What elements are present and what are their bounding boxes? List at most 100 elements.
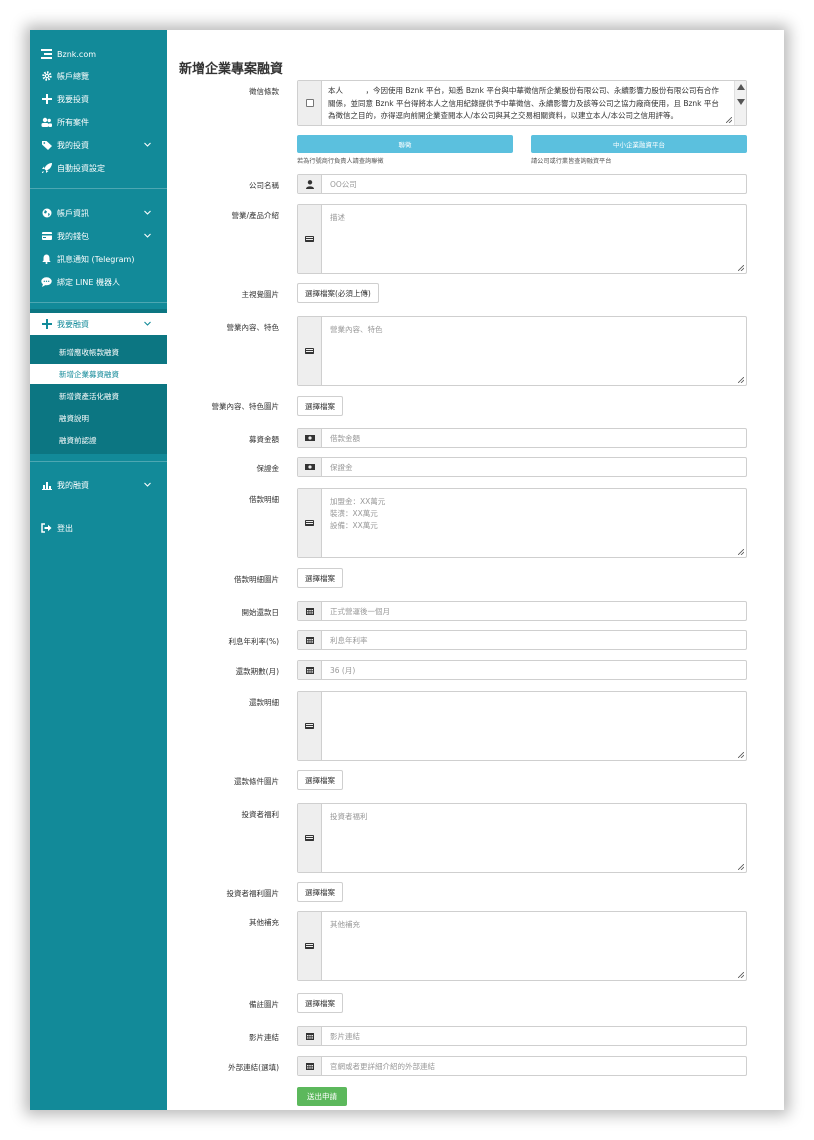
intro-textarea[interactable]: 描述 — [297, 204, 747, 274]
scroll-up-icon[interactable] — [737, 84, 745, 90]
contact-check-button[interactable]: 聯徵 — [297, 135, 513, 153]
amount-field[interactable]: 借款金額 — [297, 428, 747, 448]
repay-detail-label: 還款明細 — [249, 698, 279, 707]
loan-detail-input[interactable]: 加盟金：XX萬元 裝潢：XX萬元 設備：XX萬元 — [322, 489, 393, 557]
calendar-icon — [298, 1057, 322, 1075]
sidebar-item-logout[interactable]: 登出 — [30, 517, 167, 539]
sidebar-brand[interactable]: Bznk.com — [30, 43, 167, 65]
sidebar-item-auto-invest[interactable]: 自動投資設定 — [30, 157, 167, 179]
bell-icon — [41, 254, 52, 265]
terms-field[interactable]: 36 (月) — [297, 660, 747, 680]
chevron-down-icon — [144, 233, 151, 238]
sidebar-item-financing[interactable]: 我要融資 — [30, 313, 167, 335]
note-image-file-button[interactable]: 選擇檔案 — [297, 993, 343, 1013]
features-textarea[interactable]: 營業內容、特色 — [297, 316, 747, 386]
repay-image-file-button[interactable]: 選擇檔案 — [297, 770, 343, 790]
resize-handle-icon[interactable] — [738, 864, 744, 870]
company-input[interactable]: OO公司 — [322, 175, 365, 193]
other-label: 其他補充 — [249, 918, 279, 927]
scroll-down-icon[interactable] — [737, 99, 745, 105]
external-field[interactable]: 官網或者更詳細介紹的外部連結 — [297, 1056, 747, 1076]
sidebar-item-label: 帳戶總覽 — [57, 71, 89, 81]
terms-label: 還款期數(月) — [235, 667, 279, 676]
sidebar-item-line-bot[interactable]: 綁定 LINE 機器人 — [30, 271, 167, 293]
external-input[interactable]: 官網或者更詳細介紹的外部連結 — [322, 1057, 443, 1075]
sidebar-item-label: 所有案件 — [57, 117, 89, 127]
repay-start-input[interactable]: 正式營運後一個月 — [322, 602, 398, 620]
sidebar-item-account-info[interactable]: 帳戶資訊 — [30, 202, 167, 224]
company-field[interactable]: OO公司 — [297, 174, 747, 194]
sidebar-item-invest[interactable]: 我要投資 — [30, 88, 167, 110]
consent-box: 本人 ，今因使用 Bznk 平台，知悉 Bznk 平台與中華徵信所企業股份有限公… — [297, 80, 747, 126]
sidebar-item-my-investments[interactable]: 我的投資 — [30, 134, 167, 156]
submit-button[interactable]: 送出申請 — [297, 1087, 347, 1106]
consent-scrollbar[interactable] — [734, 81, 746, 125]
repay-detail-input[interactable] — [322, 692, 338, 760]
sme-platform-button[interactable]: 中小企業融資平台 — [531, 135, 747, 153]
benefit-input[interactable]: 投資者福利 — [322, 804, 376, 872]
sme-hint: 請公司或行業皆查詢融資平台 — [531, 158, 612, 165]
brand-label: Bznk.com — [57, 49, 97, 59]
benefit-textarea[interactable]: 投資者福利 — [297, 803, 747, 873]
sidebar-item-overview[interactable]: 帳戶總覽 — [30, 65, 167, 87]
rate-input[interactable]: 利息年利率 — [322, 631, 376, 649]
resize-handle-icon[interactable] — [738, 377, 744, 383]
loan-detail-image-label: 借款明細圖片 — [234, 575, 279, 584]
rate-field[interactable]: 利息年利率 — [297, 630, 747, 650]
intro-input[interactable]: 描述 — [322, 205, 353, 273]
plus-icon — [41, 94, 52, 105]
keyboard-icon — [298, 489, 322, 557]
globe-icon — [41, 208, 52, 219]
card-icon — [41, 231, 52, 242]
benefit-image-file-button[interactable]: 選擇檔案 — [297, 882, 343, 902]
sidebar-item-wallet[interactable]: 我的錢包 — [30, 225, 167, 247]
amount-label: 募資金額 — [249, 435, 279, 444]
user-icon — [298, 175, 322, 193]
consent-checkbox-cell — [298, 81, 322, 125]
repay-detail-textarea[interactable] — [297, 691, 747, 761]
repay-start-label: 開始還款日 — [241, 608, 280, 617]
sidebar-item-label: 我的錢包 — [57, 231, 89, 241]
keyboard-icon — [298, 317, 322, 385]
deposit-input[interactable]: 保證金 — [322, 458, 361, 476]
submenu-item-enterprise[interactable]: 新增企業募資融資 — [30, 364, 167, 384]
video-input[interactable]: 影片連結 — [322, 1027, 368, 1045]
keyboard-icon — [298, 804, 322, 872]
other-textarea[interactable]: 其他補充 — [297, 911, 747, 981]
resize-handle-icon[interactable] — [738, 752, 744, 758]
resize-handle-icon[interactable] — [738, 972, 744, 978]
sidebar-divider — [30, 302, 167, 303]
loan-detail-image-file-button[interactable]: 選擇檔案 — [297, 568, 343, 588]
resize-handle-icon[interactable] — [726, 117, 732, 123]
submenu-item-instructions[interactable]: 融資說明 — [30, 408, 167, 428]
resize-handle-icon[interactable] — [738, 265, 744, 271]
loan-detail-textarea[interactable]: 加盟金：XX萬元 裝潢：XX萬元 設備：XX萬元 — [297, 488, 747, 558]
submenu-item-receivables[interactable]: 新增應收帳款融資 — [30, 342, 167, 362]
sidebar-item-all-cases[interactable]: 所有案件 — [30, 111, 167, 133]
loan-detail-label: 借款明細 — [249, 495, 279, 504]
repay-start-field[interactable]: 正式營運後一個月 — [297, 601, 747, 621]
main-image-label: 主視覺圖片 — [241, 290, 280, 299]
submenu-item-asset[interactable]: 新增資產活化融資 — [30, 386, 167, 406]
deposit-field[interactable]: 保證金 — [297, 457, 747, 477]
features-image-file-button[interactable]: 選擇檔案 — [297, 396, 343, 416]
resize-handle-icon[interactable] — [738, 549, 744, 555]
consent-checkbox[interactable] — [305, 99, 314, 107]
video-field[interactable]: 影片連結 — [297, 1026, 747, 1046]
sidebar-divider — [30, 461, 167, 462]
main-image-file-button[interactable]: 選擇檔案(必須上傳) — [297, 283, 379, 303]
features-input[interactable]: 營業內容、特色 — [322, 317, 391, 385]
repay-image-label: 還款條件圖片 — [234, 777, 279, 786]
consent-label: 徵信條款 — [249, 87, 279, 96]
amount-input[interactable]: 借款金額 — [322, 429, 368, 447]
contact-hint: 若為行號商行負責人請查詢聯徵 — [297, 158, 384, 165]
sidebar-item-my-financing[interactable]: 我的融資 — [30, 474, 167, 496]
other-input[interactable]: 其他補充 — [322, 912, 368, 980]
sidebar-item-label: 綁定 LINE 機器人 — [57, 277, 120, 287]
terms-input[interactable]: 36 (月) — [322, 661, 363, 679]
calendar-icon — [298, 1027, 322, 1045]
consent-text: 本人 ，今因使用 Bznk 平台，知悉 Bznk 平台與中華徵信所企業股份有限公… — [328, 86, 719, 120]
chevron-down-icon — [144, 482, 151, 487]
sidebar-item-telegram[interactable]: 訊息通知 (Telegram) — [30, 248, 167, 270]
submenu-item-verification[interactable]: 融資前認證 — [30, 430, 167, 450]
